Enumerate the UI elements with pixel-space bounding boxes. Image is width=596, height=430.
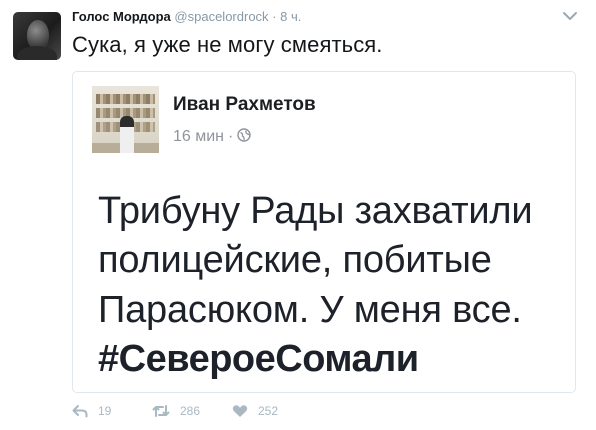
post-separator: ·	[228, 128, 234, 145]
tweet-timestamp[interactable]: 8 ч.	[280, 9, 301, 24]
separator-dot: ·	[272, 9, 277, 24]
avatar-shoulders	[17, 46, 57, 60]
chevron-down-icon[interactable]	[561, 9, 579, 23]
post-time: 16 мин	[173, 128, 225, 145]
like-count: 252	[258, 404, 279, 418]
post-text-line: Парасюком. У меня все.	[98, 289, 522, 331]
post-author-name: Иван Рахметов	[173, 94, 316, 115]
post-text-line: Трибуну Рады захватили	[98, 190, 533, 232]
retweet-count: 286	[180, 404, 201, 418]
avatar-person	[120, 116, 134, 153]
post-hashtag: #СевероеСомали	[98, 338, 419, 380]
post-text-line: полицейские, побитые	[98, 239, 492, 281]
globe-icon	[237, 128, 252, 142]
avatar-crowd-row	[96, 94, 155, 104]
author-avatar[interactable]	[13, 12, 61, 60]
like-button[interactable]: 252	[232, 404, 278, 418]
embedded-screenshot-card[interactable]: Иван Рахметов 16 мин · Трибуну Рады захва…	[72, 71, 576, 393]
tweet: Голос Мордора @spacelordrock · 8 ч. Сука…	[0, 0, 596, 430]
post-meta: 16 мин ·	[173, 128, 252, 146]
reply-icon	[72, 405, 88, 418]
retweet-button[interactable]: 286	[152, 404, 200, 418]
user-handle[interactable]: @spacelordrock	[174, 9, 268, 24]
post-author-avatar	[92, 86, 159, 153]
reply-button[interactable]: 19	[72, 404, 111, 418]
reply-count: 19	[98, 404, 112, 418]
tweet-header: Голос Мордора @spacelordrock · 8 ч.	[72, 9, 301, 24]
retweet-icon	[152, 405, 170, 417]
display-name[interactable]: Голос Мордора	[72, 9, 171, 24]
heart-icon	[232, 405, 248, 417]
tweet-text: Сука, я уже не могу смеяться.	[72, 32, 383, 57]
